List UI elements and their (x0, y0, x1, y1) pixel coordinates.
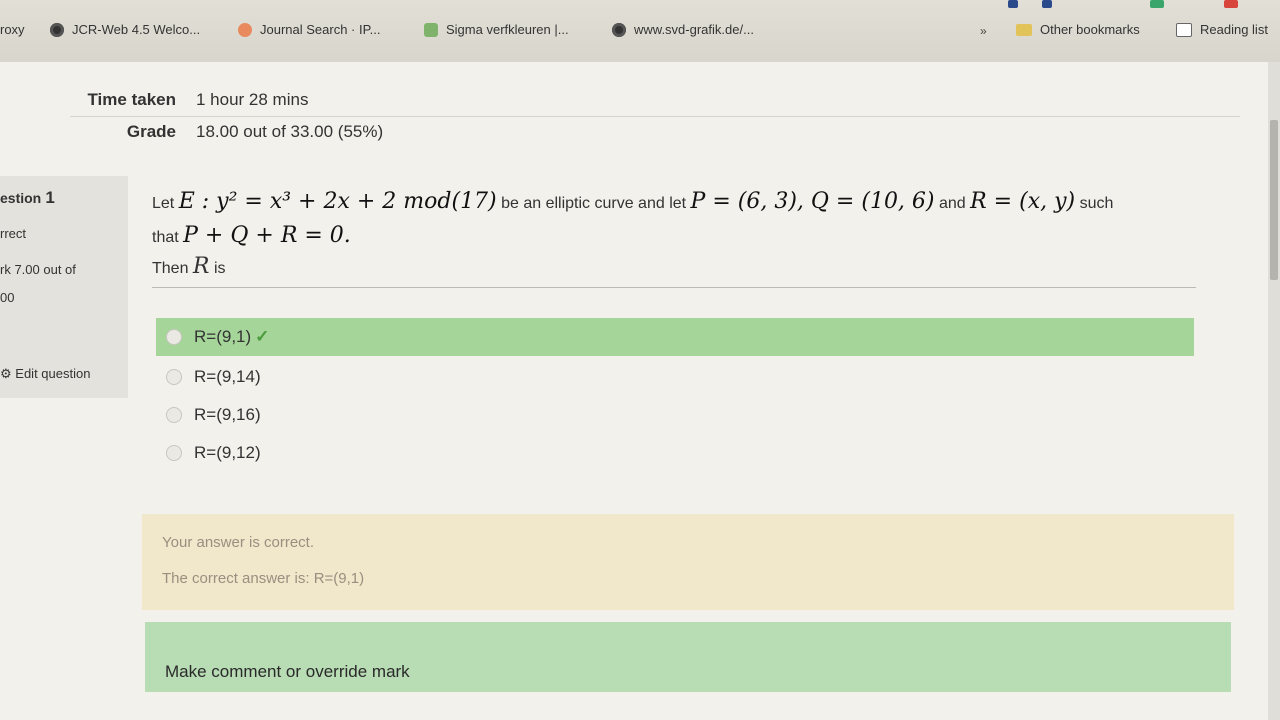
question-number: estion 1 (0, 188, 55, 207)
radio-button[interactable] (166, 369, 182, 385)
bookmarks-bar: roxy JCR-Web 4.5 Welco... Journal Search… (0, 0, 1280, 63)
feedback-result: Your answer is correct. (162, 534, 315, 551)
extension-badge-icon[interactable] (1042, 0, 1052, 8)
bookmark-proxy[interactable]: roxy (0, 22, 25, 37)
other-bookmarks[interactable]: Other bookmarks (1016, 22, 1140, 37)
more-bookmarks-chevron-icon[interactable]: » (980, 24, 987, 38)
summary-divider (70, 116, 1240, 117)
answer-option-1[interactable]: R=(9,1) ✓ (156, 318, 1194, 356)
points-p-q: P = (6, 3), Q = (10, 6) (690, 189, 935, 214)
checkmark-icon: ✓ (255, 327, 270, 346)
bookmark-journal-search[interactable]: Journal Search · IP... (238, 22, 380, 37)
question-mark-total: 00 (0, 290, 15, 305)
time-taken-value: 1 hour 28 mins (196, 90, 309, 109)
bookmark-svd-grafik[interactable]: www.svd-grafik.de/... (612, 22, 754, 37)
radio-button[interactable] (166, 445, 182, 461)
reading-list-icon (1176, 22, 1192, 37)
question-status: rrect (0, 226, 26, 241)
gear-icon: ⚙ (0, 366, 12, 381)
point-r: R = (x, y) (970, 189, 1076, 214)
answer-option-4[interactable]: R=(9,12) (156, 434, 1194, 472)
time-taken-label: Time taken (87, 90, 176, 109)
make-comment-link[interactable]: Make comment or override mark (165, 662, 410, 682)
feedback-box: Your answer is correct. The correct answ… (142, 514, 1234, 610)
bookmark-jcr-web[interactable]: JCR-Web 4.5 Welco... (50, 22, 200, 37)
feedback-correct-answer: The correct answer is: R=(9,1) (162, 570, 365, 587)
extension-icon[interactable] (1150, 0, 1164, 8)
question-info-panel: estion 1 rrect rk 7.00 out of 00 ⚙ Edit … (0, 176, 128, 398)
extension-badge-icon[interactable] (1008, 0, 1018, 8)
journal-icon (238, 22, 252, 37)
answer-option-3[interactable]: R=(9,16) (156, 396, 1194, 434)
time-taken-row: Time taken 1 hour 28 mins (76, 90, 308, 110)
scrollbar-thumb[interactable] (1270, 120, 1278, 280)
grade-label: Grade (126, 122, 176, 141)
scrollbar[interactable] (1268, 62, 1280, 720)
question-mark: rk 7.00 out of (0, 262, 76, 277)
leaf-icon (424, 22, 438, 37)
answer-option-2[interactable]: R=(9,14) (156, 358, 1194, 396)
grade-row: Grade 18.00 out of 33.00 (55%) (76, 122, 383, 142)
radio-button[interactable] (166, 407, 182, 423)
comment-box: Make comment or override mark (145, 622, 1231, 692)
question-text: Let E : y² = x³ + 2x + 2 mod(17) be an e… (152, 189, 1114, 248)
question-prompt: Then R is (152, 254, 226, 279)
reading-list[interactable]: Reading list (1176, 22, 1268, 37)
radio-button[interactable] (166, 329, 182, 345)
folder-icon (1016, 23, 1032, 36)
globe-icon (612, 22, 626, 37)
grade-value: 18.00 out of 33.00 (55%) (196, 122, 384, 141)
extension-icon[interactable] (1224, 0, 1238, 8)
bookmark-sigma[interactable]: Sigma verfkleuren |... (424, 22, 569, 37)
question-divider (152, 287, 1196, 288)
curve-equation: E : y² = x³ + 2x + 2 mod(17) (178, 189, 497, 214)
globe-icon (50, 22, 64, 37)
edit-question-link[interactable]: ⚙ Edit question (0, 366, 90, 382)
sum-equation: P + Q + R = 0. (183, 223, 351, 248)
